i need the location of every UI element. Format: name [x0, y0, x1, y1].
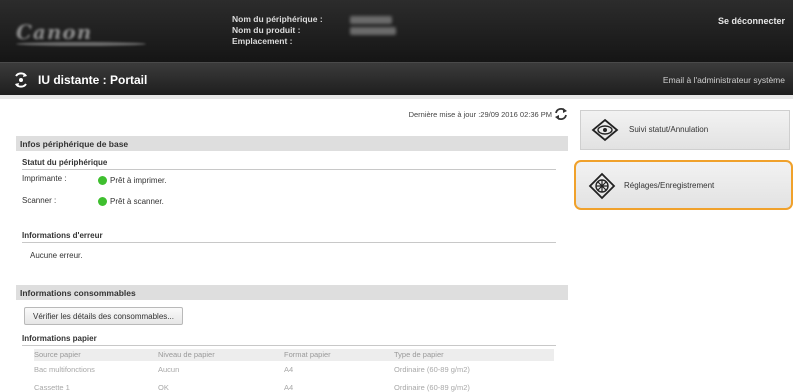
basic-info-heading: Infos périphérique de base	[16, 136, 568, 151]
top-header: Canon Nom du périphérique : Nom du produ…	[0, 0, 793, 62]
scanner-label: Scanner :	[22, 196, 57, 205]
table-cell: OK	[158, 383, 169, 392]
admin-email-link[interactable]: Email à l'administrateur système	[663, 75, 785, 85]
settings-icon	[588, 172, 616, 200]
header-divider	[0, 95, 793, 99]
divider	[22, 242, 556, 243]
settings-registration-button[interactable]: Réglages/Enregistrement	[574, 160, 793, 210]
main-content: Dernière mise à jour :29/09 2016 02:36 P…	[16, 104, 568, 392]
paper-table-header: Source papier Niveau de papier Format pa…	[34, 349, 554, 361]
error-text: Aucune erreur.	[30, 251, 83, 260]
status-ok-icon	[98, 176, 107, 185]
settings-registration-label: Réglages/Enregistrement	[624, 181, 715, 190]
product-name-label: Nom du produit :	[232, 25, 301, 35]
title-bar: IU distante : Portail Email à l'administ…	[0, 62, 793, 95]
table-cell: Bac multifonctions	[34, 365, 95, 374]
divider	[22, 169, 556, 170]
printer-label: Imprimante :	[22, 174, 67, 183]
table-cell: Aucun	[158, 365, 180, 374]
logo-swoosh	[16, 42, 146, 46]
logout-link[interactable]: Se déconnecter	[718, 16, 785, 26]
logo: Canon	[16, 20, 146, 46]
printer-status-text: Prêt à imprimer.	[110, 176, 167, 185]
refresh-icon[interactable]	[554, 107, 568, 121]
column-header: Format papier	[284, 350, 331, 359]
table-row: Cassette 1 OK A4 Ordinaire (60-89 g/m2)	[34, 382, 554, 392]
last-update-text: Dernière mise à jour :29/09 2016 02:36 P…	[408, 110, 552, 119]
product-name-value-redacted	[350, 27, 396, 35]
column-header: Source papier	[34, 350, 81, 359]
table-cell: A4	[284, 365, 294, 374]
table-row: Bac multifonctions Aucun A4 Ordinaire (6…	[34, 364, 554, 376]
table-cell: Ordinaire (60-89 g/m2)	[394, 365, 470, 374]
check-consumables-button[interactable]: Vérifier les détails des consommables...	[24, 307, 183, 325]
error-info-heading: Informations d'erreur	[22, 231, 103, 240]
consumables-heading: Informations consommables	[16, 285, 568, 300]
divider	[22, 345, 556, 346]
eye-icon	[591, 118, 619, 142]
table-cell: Ordinaire (60-89 g/m2)	[394, 383, 470, 392]
status-ok-icon	[98, 197, 107, 206]
status-monitor-button[interactable]: Suivi statut/Annulation	[580, 110, 790, 150]
device-status-heading: Statut du périphérique	[22, 158, 108, 167]
table-cell: Cassette 1	[34, 383, 70, 392]
paper-info-heading: Informations papier	[22, 334, 97, 343]
column-header: Niveau de papier	[158, 350, 215, 359]
column-header: Type de papier	[394, 350, 444, 359]
device-name-label: Nom du périphérique :	[232, 14, 323, 24]
page-title: IU distante : Portail	[38, 73, 148, 87]
device-name-value-redacted	[350, 16, 392, 24]
logo-text: Canon	[16, 20, 93, 44]
location-label: Emplacement :	[232, 36, 293, 46]
device-info: Nom du périphérique : Nom du produit : E…	[232, 14, 396, 47]
status-monitor-label: Suivi statut/Annulation	[629, 125, 709, 134]
table-cell: A4	[284, 383, 294, 392]
portal-icon	[15, 72, 27, 88]
scanner-status-text: Prêt à scanner.	[110, 197, 164, 206]
